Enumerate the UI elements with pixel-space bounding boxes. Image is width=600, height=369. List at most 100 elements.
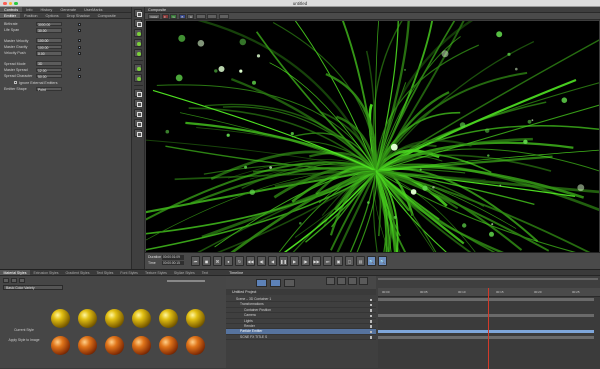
style-swatch[interactable] [104, 335, 125, 362]
render-preview-icon[interactable]: ▢ [345, 256, 354, 266]
tab-generate[interactable]: Generate [56, 7, 80, 12]
time-field[interactable]: 00:00:00:15 [162, 260, 184, 266]
velocity-push-field[interactable]: 0.00 [36, 51, 62, 56]
style-swatch[interactable] [158, 335, 179, 362]
emitter-shape-dropdown[interactable]: Point [36, 86, 62, 91]
tab-material-styles[interactable]: Material Styles [0, 270, 30, 275]
step-forward-icon[interactable]: |▶ [301, 256, 310, 266]
emitter-tool-icon[interactable] [134, 64, 142, 72]
scene-view-icon[interactable] [256, 278, 267, 287]
track-bar-selected[interactable] [378, 330, 594, 333]
overlay-button[interactable] [218, 13, 229, 19]
keyframe-icon[interactable] [78, 45, 81, 49]
open-folder-icon[interactable] [11, 278, 17, 283]
style-swatch[interactable] [50, 335, 71, 362]
green-channel-button[interactable]: G [170, 13, 178, 19]
grid-button[interactable] [207, 13, 218, 19]
tab-history[interactable]: History [36, 7, 56, 12]
master-spread-field[interactable]: 12.00 [36, 67, 62, 72]
playhead[interactable] [488, 288, 489, 369]
brush-tool-icon[interactable] [134, 99, 142, 107]
tab-text[interactable]: Text [198, 270, 211, 275]
visibility-icon[interactable] [369, 330, 372, 334]
pen-tool-icon[interactable] [134, 89, 142, 97]
keyframe-icon[interactable] [78, 51, 81, 55]
shape-tool-icon[interactable] [134, 119, 142, 127]
visibility-icon[interactable] [369, 314, 372, 318]
red-channel-button[interactable]: F [161, 13, 169, 19]
camera-view-icon[interactable] [270, 278, 281, 287]
style-swatch[interactable] [104, 308, 125, 335]
tab-controls[interactable]: Controls [0, 7, 23, 12]
zoom-out-icon[interactable]: 🔍 [378, 256, 387, 266]
keyframe-icon[interactable] [78, 39, 81, 43]
save-style-icon[interactable] [19, 278, 25, 283]
keyframe-icon[interactable] [78, 22, 81, 26]
render-icon[interactable] [359, 277, 368, 285]
tab-font-styles[interactable]: Font Styles [117, 270, 142, 275]
key-icon[interactable]: ⌘ [213, 256, 222, 266]
move-tool-icon[interactable] [134, 19, 142, 27]
object-tool-icon[interactable] [134, 39, 142, 47]
visibility-icon[interactable] [369, 320, 372, 323]
style-swatch[interactable] [158, 308, 179, 335]
subtab-drop-shadow[interactable]: Drop Shadow [63, 13, 94, 18]
keyframe-icon[interactable] [78, 28, 81, 32]
first-frame-icon[interactable]: ⏮ [191, 256, 200, 266]
new-folder-icon[interactable] [3, 278, 9, 283]
style-swatch[interactable] [77, 335, 98, 362]
select-tool-icon[interactable] [134, 9, 142, 17]
light-tool-icon[interactable] [134, 49, 142, 57]
stop-icon[interactable]: ◼ [202, 256, 211, 266]
birthrate-field[interactable]: 3000.00 [36, 21, 62, 27]
rewind-icon[interactable]: ◀◀ [246, 256, 255, 266]
list-view-icon[interactable] [337, 277, 346, 285]
color-channel-button[interactable]: Color [148, 13, 161, 19]
tab-usermarks[interactable]: UserMarks [80, 7, 106, 12]
add-track-icon[interactable] [348, 277, 357, 285]
timeline-row[interactable]: SCNE FX TITLE S [226, 335, 376, 341]
visibility-icon[interactable] [369, 303, 372, 307]
style-swatch[interactable] [77, 308, 98, 335]
tab-texture-styles[interactable]: Texture Styles [141, 270, 170, 275]
render-frame-icon[interactable]: ▣ [334, 256, 343, 266]
subtab-composite[interactable]: Composite [94, 13, 120, 18]
tab-extrusion-styles[interactable]: Extrusion Styles [30, 270, 62, 275]
fast-forward-icon[interactable]: ▶▶ [312, 256, 321, 266]
last-frame-icon[interactable]: ⏭ [323, 256, 332, 266]
sphere-tool-icon[interactable] [134, 29, 142, 37]
style-library-dropdown[interactable]: Basic Color Variety [3, 285, 63, 290]
ignore-emitters-checkbox[interactable] [14, 81, 17, 85]
master-velocity-field[interactable]: 100.00 [36, 38, 62, 43]
style-swatch[interactable] [185, 335, 206, 362]
tab-gradient-styles[interactable]: Gradient Styles [62, 270, 93, 275]
subtab-options[interactable]: Options [42, 13, 63, 18]
track-bar[interactable] [378, 298, 594, 301]
timeline-tracks[interactable] [378, 297, 600, 369]
track-bar[interactable] [378, 314, 594, 317]
time-ruler[interactable]: 00:00 00:05 00:10 00:15 00:20 00:25 [378, 288, 600, 297]
duration-field[interactable]: 00:00:01:09 [162, 255, 184, 260]
life-span-field[interactable]: 30.00 [36, 28, 62, 33]
visibility-icon[interactable] [369, 309, 372, 312]
visibility-icon[interactable] [369, 325, 372, 328]
tab-text-styles[interactable]: Text Styles [93, 270, 117, 275]
keyframe-icon[interactable] [78, 74, 81, 78]
view-mode-button[interactable] [195, 13, 206, 19]
master-gravity-field[interactable]: 100.00 [36, 44, 62, 50]
spread-mode-dropdown[interactable]: 3D [36, 61, 62, 66]
tab-stylize-styles[interactable]: Stylize Styles [170, 270, 198, 275]
text-tool-icon[interactable] [134, 109, 142, 117]
zoom-in-icon[interactable]: 🔍 [367, 256, 376, 266]
record-icon[interactable]: ● [224, 256, 233, 266]
play-icon[interactable]: ▶ [290, 256, 299, 266]
grid-view-icon[interactable] [326, 277, 335, 285]
spread-character-field[interactable]: 50.00 [36, 73, 62, 79]
play-back-icon[interactable]: ◀ [268, 256, 277, 266]
track-bar[interactable] [378, 336, 594, 339]
visibility-icon[interactable] [369, 298, 372, 301]
crop-tool-icon[interactable] [134, 129, 142, 137]
style-swatch[interactable] [131, 335, 152, 362]
render-canvas[interactable] [146, 21, 599, 252]
particle-tool-icon[interactable] [134, 74, 142, 82]
